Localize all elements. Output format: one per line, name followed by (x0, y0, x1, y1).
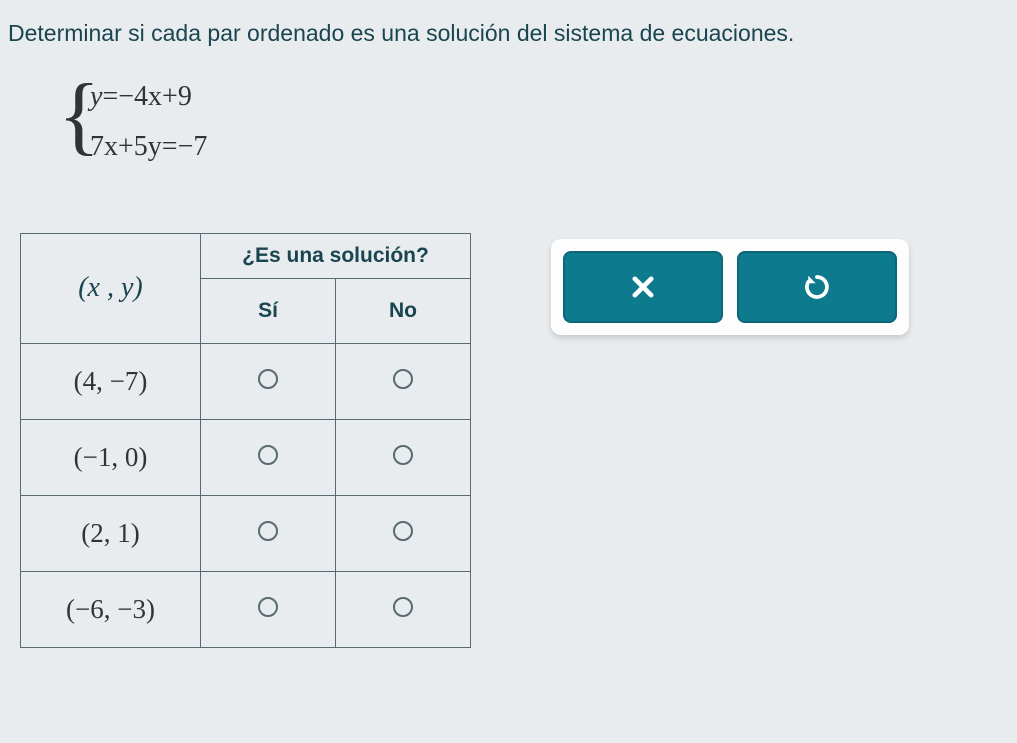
radio-no[interactable] (393, 597, 413, 617)
radio-no[interactable] (393, 445, 413, 465)
pair-cell: (−6, −3) (21, 571, 201, 647)
reset-icon (802, 272, 832, 302)
table-row: (4, −7) (21, 343, 471, 419)
solution-table: (x , y) ¿Es una solución? Sí No (4, −7) … (20, 233, 471, 648)
system-brace: { (58, 72, 100, 160)
equation-2: 7x+5y=−7 (78, 122, 1017, 172)
no-header: No (336, 278, 471, 343)
radio-yes[interactable] (258, 597, 278, 617)
pair-cell: (4, −7) (21, 343, 201, 419)
table-row: (−6, −3) (21, 571, 471, 647)
close-button[interactable] (563, 251, 723, 323)
close-icon (629, 273, 657, 301)
radio-yes[interactable] (258, 521, 278, 541)
question-text: Determinar si cada par ordenado es una s… (8, 20, 1017, 47)
radio-yes[interactable] (258, 445, 278, 465)
reset-button[interactable] (737, 251, 897, 323)
pair-cell: (−1, 0) (21, 419, 201, 495)
solution-header: ¿Es una solución? (201, 233, 471, 278)
controls-panel (551, 239, 909, 335)
xy-header: (x , y) (21, 233, 201, 343)
radio-no[interactable] (393, 369, 413, 389)
table-row: (−1, 0) (21, 419, 471, 495)
table-row: (2, 1) (21, 495, 471, 571)
equation-system: { y=−4x+9 7x+5y=−7 (78, 72, 1017, 173)
equation-1: y=−4x+9 (78, 72, 1017, 122)
radio-yes[interactable] (258, 369, 278, 389)
radio-no[interactable] (393, 521, 413, 541)
yes-header: Sí (201, 278, 336, 343)
pair-cell: (2, 1) (21, 495, 201, 571)
